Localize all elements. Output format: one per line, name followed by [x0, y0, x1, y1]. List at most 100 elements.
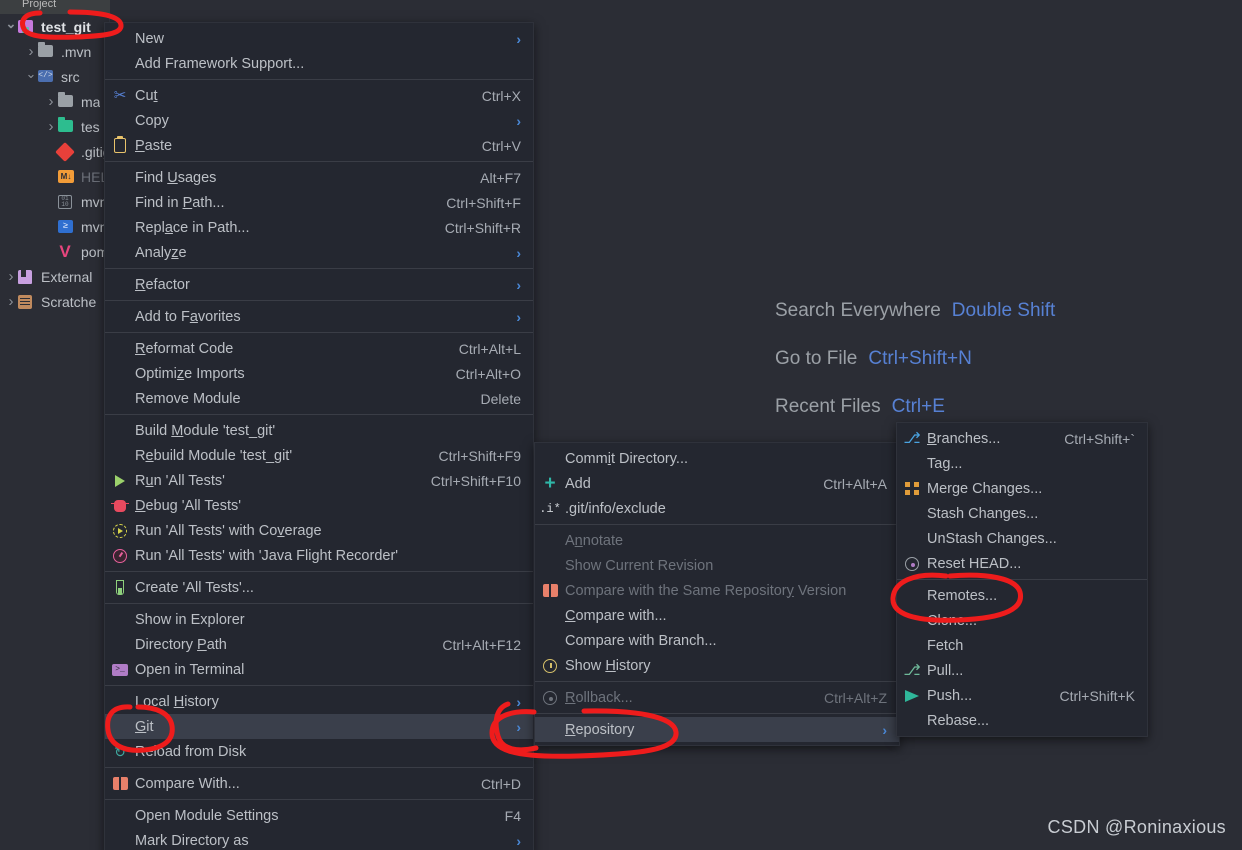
context-menu-item-local-history[interactable]: Local History › [105, 689, 533, 714]
tree-item-help[interactable]: HELP. [0, 164, 110, 189]
repository-submenu-item-fetch[interactable]: Fetch [897, 633, 1147, 658]
folder-icon [38, 41, 56, 60]
context-menu-item-run-all-tests-with-java-flight-recorder[interactable]: Run 'All Tests' with 'Java Flight Record… [105, 543, 533, 568]
repository-submenu-item-rebase[interactable]: Rebase... [897, 708, 1147, 733]
tree-item-gitigr[interactable]: .gitigr [0, 139, 110, 164]
context-menu-item-analyze[interactable]: Analyze › [105, 240, 533, 265]
menu-item-shortcut: Ctrl+Shift+F9 [438, 447, 521, 464]
tree-item-ma[interactable]: ma [0, 89, 110, 114]
chevron-right-icon[interactable] [44, 93, 58, 110]
git-submenu-item-compare-with-branch[interactable]: Compare with Branch... [535, 628, 899, 653]
context-menu-item-directory-path[interactable]: Directory Path Ctrl+Alt+F12 [105, 632, 533, 657]
menu-item-label: Git [135, 718, 154, 735]
tree-item-test-git[interactable]: test_git [0, 14, 110, 39]
git-submenu[interactable]: Commit Directory... + Add Ctrl+Alt+A .i* .git… [534, 442, 900, 746]
context-menu-item-build-module-test-git[interactable]: Build Module 'test_git' [105, 418, 533, 443]
tree-item-external[interactable]: External [0, 264, 110, 289]
branch-icon: ⎇ [903, 430, 921, 447]
menu-item-label: Replace in Path... [135, 219, 250, 236]
project-panel-title: Project [22, 0, 57, 10]
context-menu-item-reformat-code[interactable]: Reformat Code Ctrl+Alt+L [105, 336, 533, 361]
context-menu-item-debug-all-tests[interactable]: Debug 'All Tests' [105, 493, 533, 518]
repository-submenu-item-branches[interactable]: ⎇ Branches... Ctrl+Shift+` [897, 426, 1147, 451]
chevron-right-icon: › [516, 276, 521, 293]
context-menu-item-cut[interactable]: ✂ Cut Ctrl+X [105, 83, 533, 108]
tree-item-pom-x[interactable]: pom.x [0, 239, 110, 264]
menu-item-label: Add Framework Support... [135, 55, 305, 72]
git-submenu-item-show-current-revision: Show Current Revision [535, 553, 899, 578]
repository-submenu-item-pull[interactable]: ⎇ Pull... [897, 658, 1147, 683]
tree-item-src[interactable]: src [0, 64, 110, 89]
context-menu-item-refactor[interactable]: Refactor › [105, 272, 533, 297]
tree-item-mvnw[interactable]: mvnw [0, 189, 110, 214]
context-menu-item-show-in-explorer[interactable]: Show in Explorer [105, 607, 533, 632]
repository-submenu-item-clone[interactable]: Clone... [897, 608, 1147, 633]
context-menu-item-remove-module[interactable]: Remove Module Delete [105, 386, 533, 411]
context-menu-item-git[interactable]: Git › [105, 714, 533, 739]
chevron-right-icon[interactable] [24, 43, 38, 60]
repository-submenu-item-tag[interactable]: Tag... [897, 451, 1147, 476]
chevron-right-icon[interactable] [44, 118, 58, 135]
menu-item-label: Local History [135, 693, 219, 710]
menu-separator [105, 79, 533, 80]
repository-submenu[interactable]: ⎇ Branches... Ctrl+Shift+` Tag... Merge Chan… [896, 422, 1148, 737]
context-menu-item-open-in-terminal[interactable]: Open in Terminal [105, 657, 533, 682]
menu-separator [105, 414, 533, 415]
tree-item-scratche[interactable]: Scratche [0, 289, 110, 314]
repository-submenu-item-remotes[interactable]: Remotes... [897, 583, 1147, 608]
context-menu-item-copy[interactable]: Copy › [105, 108, 533, 133]
repository-submenu-item-stash-changes[interactable]: Stash Changes... [897, 501, 1147, 526]
context-menu-item-new[interactable]: New › [105, 26, 533, 51]
tree-item-label: src [61, 68, 80, 85]
menu-separator [897, 579, 1147, 580]
chevron-right-icon: › [882, 721, 887, 738]
context-menu-item-rebuild-module-test-git[interactable]: Rebuild Module 'test_git' Ctrl+Shift+F9 [105, 443, 533, 468]
git-submenu-item-compare-with[interactable]: Compare with... [535, 603, 899, 628]
context-menu-item-add-to-favorites[interactable]: Add to Favorites › [105, 304, 533, 329]
context-menu-item-mark-directory-as[interactable]: Mark Directory as › [105, 828, 533, 850]
context-menu-item-create-all-tests[interactable]: Create 'All Tests'... [105, 575, 533, 600]
menu-item-shortcut: Ctrl+D [480, 775, 521, 792]
pull-icon: ⎇ [903, 662, 921, 679]
git-submenu-item-repository[interactable]: Repository › [535, 717, 899, 742]
context-menu-item-compare-with[interactable]: Compare With... Ctrl+D [105, 771, 533, 796]
repository-submenu-item-unstash-changes[interactable]: UnStash Changes... [897, 526, 1147, 551]
menu-item-label: Show Current Revision [565, 557, 714, 574]
menu-item-label: Run 'All Tests' [135, 472, 225, 489]
git-submenu-item-add[interactable]: + Add Ctrl+Alt+A [535, 471, 899, 496]
chevron-down-icon[interactable] [24, 69, 38, 85]
context-menu-item-paste[interactable]: Paste Ctrl+V [105, 133, 533, 158]
context-menu-item-run-all-tests[interactable]: Run 'All Tests' Ctrl+Shift+F10 [105, 468, 533, 493]
menu-item-label: Find in Path... [135, 194, 225, 211]
history-icon [535, 658, 565, 673]
repository-submenu-item-merge-changes[interactable]: Merge Changes... [897, 476, 1147, 501]
git-submenu-item-git-info-exclude[interactable]: .i* .git/info/exclude [535, 496, 899, 521]
chevron-right-icon[interactable] [4, 268, 18, 285]
menu-item-shortcut: Ctrl+Alt+O [455, 365, 521, 382]
chevron-down-icon[interactable] [4, 19, 18, 35]
context-menu-item-find-in-path[interactable]: Find in Path... Ctrl+Shift+F [105, 190, 533, 215]
context-menu[interactable]: New › Add Framework Support... ✂ Cut Ctrl+X Co… [104, 22, 534, 850]
menu-item-label: New [135, 30, 165, 47]
context-menu-item-add-framework-support[interactable]: Add Framework Support... [105, 51, 533, 76]
context-menu-item-run-all-tests-with-coverage[interactable]: Run 'All Tests' with Coverage [105, 518, 533, 543]
git-submenu-item-show-history[interactable]: Show History [535, 653, 899, 678]
chevron-right-icon[interactable] [4, 293, 18, 310]
menu-item-label: Add to Favorites [135, 308, 241, 325]
repository-submenu-item-push[interactable]: Push... Ctrl+Shift+K [897, 683, 1147, 708]
context-menu-item-reload-from-disk[interactable]: ↻ Reload from Disk [105, 739, 533, 764]
context-menu-item-open-module-settings[interactable]: Open Module Settings F4 [105, 803, 533, 828]
push-icon [897, 689, 927, 702]
tree-item-mvnw[interactable]: mvnw [0, 214, 110, 239]
context-menu-item-optimize-imports[interactable]: Optimize Imports Ctrl+Alt+O [105, 361, 533, 386]
tree-item-mvn[interactable]: .mvn [0, 39, 110, 64]
repository-submenu-item-reset-head[interactable]: Reset HEAD... [897, 551, 1147, 576]
tree-item-tes[interactable]: tes [0, 114, 110, 139]
menu-separator [535, 524, 899, 525]
context-menu-item-replace-in-path[interactable]: Replace in Path... Ctrl+Shift+R [105, 215, 533, 240]
menu-item-shortcut: Delete [480, 390, 521, 407]
project-tree[interactable]: test_git.mvnsrcmates.gitigrHELP.mvnwmvnw… [0, 14, 110, 314]
tree-item-label: tes [81, 118, 100, 135]
context-menu-item-find-usages[interactable]: Find Usages Alt+F7 [105, 165, 533, 190]
git-submenu-item-commit-directory[interactable]: Commit Directory... [535, 446, 899, 471]
